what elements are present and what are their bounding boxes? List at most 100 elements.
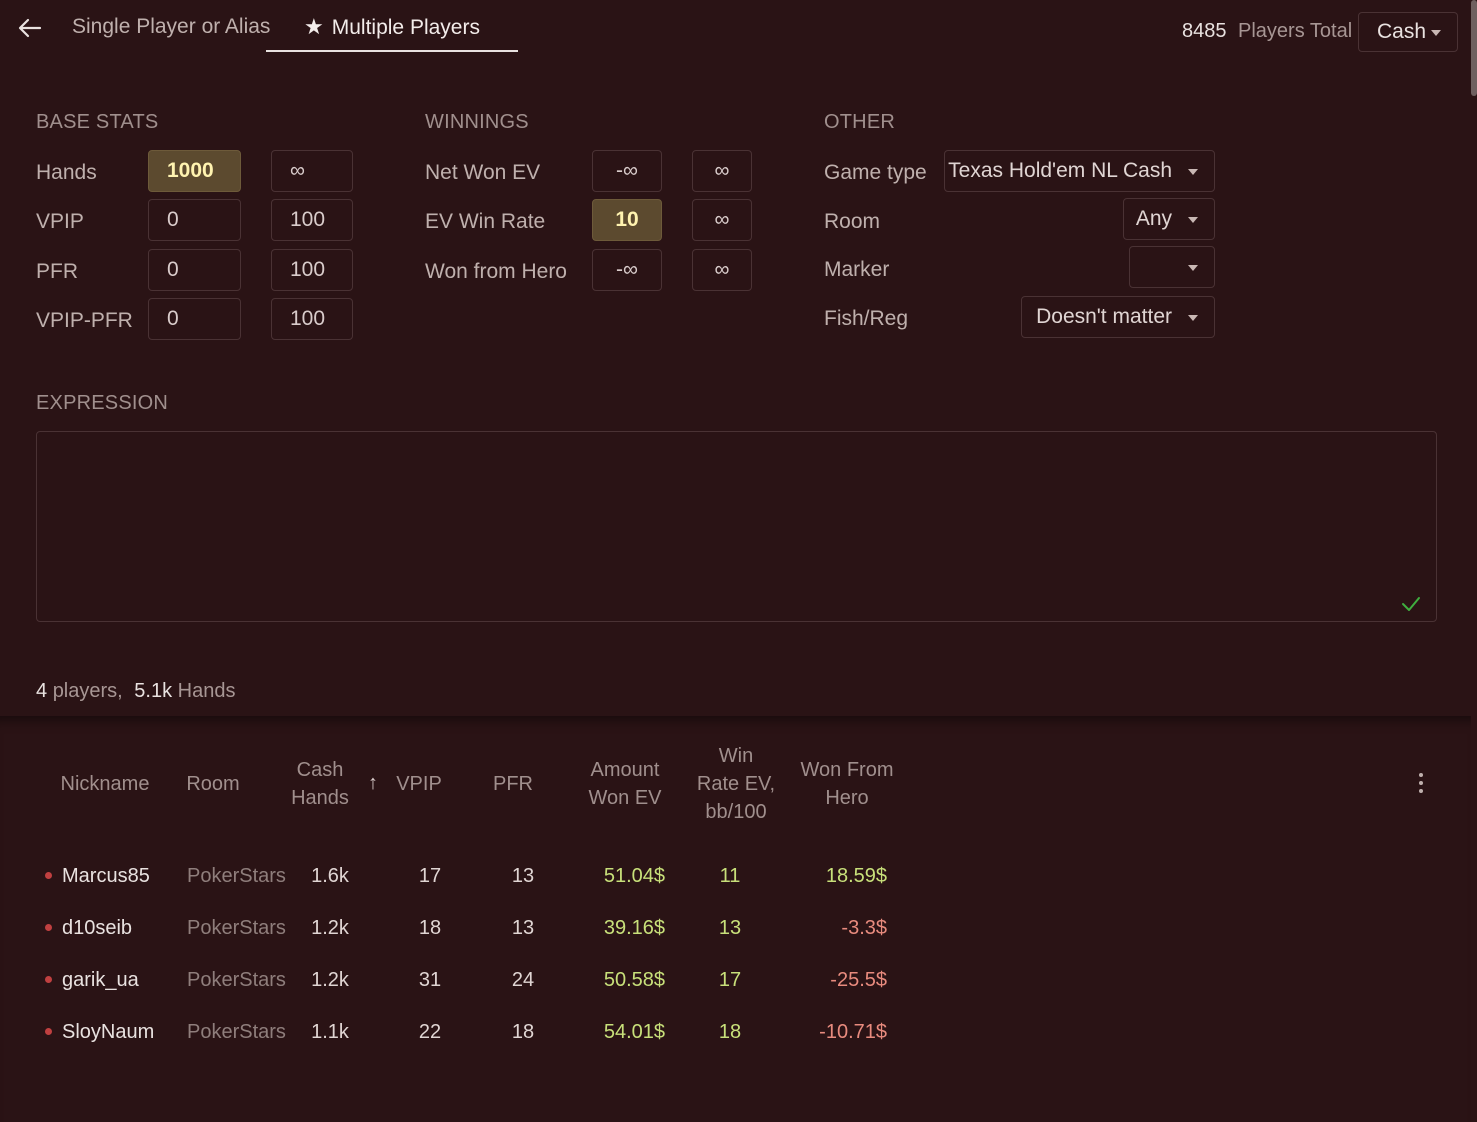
- marker-label: Marker: [824, 258, 890, 281]
- column-header-nickname[interactable]: Nickname: [50, 770, 160, 798]
- room-cell: PokerStars: [187, 917, 286, 939]
- nickname-cell[interactable]: garik_ua: [62, 967, 139, 993]
- hands-cell: 1.1k: [311, 1021, 349, 1043]
- other-title: OTHER: [824, 111, 895, 133]
- fish-reg-value: Doesn't matter: [1036, 305, 1172, 328]
- hands-max-input[interactable]: ∞: [271, 150, 353, 192]
- nickname-cell[interactable]: SloyNaum: [62, 1019, 154, 1045]
- back-arrow-icon[interactable]: [14, 14, 46, 42]
- won-from-hero-cell: -10.71$: [819, 1021, 887, 1043]
- amount-won-cell: 50.58$: [603, 969, 665, 991]
- players-total-label: Players Total: [1238, 20, 1353, 42]
- won-from-hero-label: Won from Hero: [425, 260, 567, 283]
- vpip-cell: 17: [418, 865, 442, 887]
- vpip-label: VPIP: [36, 210, 84, 233]
- game-type-select[interactable]: Texas Hold'em NL Cash: [944, 150, 1215, 192]
- header-line: Won From: [800, 759, 894, 781]
- vpip-pfr-min-input[interactable]: 0: [148, 298, 241, 340]
- status-dot: [45, 976, 52, 983]
- status-dot: [45, 924, 52, 931]
- fish-reg-label: Fish/Reg: [824, 307, 909, 330]
- more-options-icon[interactable]: [1413, 770, 1429, 796]
- won-from-hero-cell: -3.3$: [841, 917, 887, 939]
- tab-single-player[interactable]: Single Player or Alias: [72, 8, 270, 52]
- expression-title: EXPRESSION: [36, 392, 169, 414]
- vpip-max-input[interactable]: 100: [271, 199, 353, 241]
- table-row[interactable]: Marcus85 PokerStars 1.6k 17 13 51.04$ 11…: [0, 862, 920, 890]
- star-icon: ★: [304, 14, 324, 39]
- table-row[interactable]: garik_ua PokerStars 1.2k 31 24 50.58$ 17…: [0, 966, 920, 994]
- nickname-cell[interactable]: Marcus85: [62, 863, 150, 889]
- header-line: Won EV: [588, 787, 662, 809]
- chevron-down-icon: [1188, 217, 1198, 223]
- tab-multiple-players[interactable]: ★ Multiple Players: [266, 8, 518, 52]
- room-cell: PokerStars: [187, 865, 286, 887]
- amount-won-cell: 51.04$: [603, 865, 665, 887]
- pfr-cell: 24: [511, 969, 535, 991]
- pfr-cell: 18: [511, 1021, 535, 1043]
- vpip-pfr-max-input[interactable]: 100: [271, 298, 353, 340]
- chevron-down-icon: [1188, 169, 1198, 175]
- win-rate-cell: 17: [718, 969, 742, 991]
- net-won-ev-label: Net Won EV: [425, 161, 541, 184]
- column-header-win-rate[interactable]: Win Rate EV, bb/100: [690, 742, 782, 826]
- hands-label: Hands: [36, 161, 97, 184]
- won-from-hero-cell: -25.5$: [830, 969, 887, 991]
- net-won-ev-max-input[interactable]: ∞: [692, 150, 752, 192]
- check-icon: [1400, 594, 1422, 614]
- vpip-pfr-label: VPIP-PFR: [36, 309, 133, 332]
- game-type-label: Game type: [824, 161, 927, 184]
- marker-select[interactable]: [1129, 246, 1215, 288]
- ev-win-rate-label: EV Win Rate: [425, 210, 546, 233]
- chevron-down-icon: [1431, 30, 1441, 36]
- nickname-cell[interactable]: d10seib: [62, 915, 132, 941]
- expression-input[interactable]: [36, 431, 1437, 622]
- winnings-title: WINNINGS: [425, 111, 529, 133]
- column-header-cash-hands[interactable]: Cash Hands: [280, 756, 360, 812]
- hands-cell: 1.6k: [311, 865, 349, 887]
- hands-min-input[interactable]: 1000: [148, 150, 241, 192]
- room-label: Room: [824, 210, 881, 233]
- pfr-cell: 13: [511, 917, 535, 939]
- players-total-count: 8485: [1182, 20, 1227, 42]
- column-header-amount-won-ev[interactable]: Amount Won EV: [575, 756, 675, 812]
- chevron-down-icon: [1188, 315, 1198, 321]
- sort-ascending-icon[interactable]: ↑: [368, 772, 378, 795]
- pfr-max-input[interactable]: 100: [271, 249, 353, 291]
- win-rate-cell: 11: [719, 865, 741, 887]
- room-select[interactable]: Any: [1123, 198, 1215, 240]
- vpip-cell: 18: [418, 917, 442, 939]
- win-rate-cell: 13: [718, 917, 742, 939]
- won-from-hero-min-input[interactable]: -∞: [592, 249, 662, 291]
- scrollbar-thumb[interactable]: [1471, 0, 1477, 96]
- status-dot: [45, 872, 52, 879]
- header-line: Win: [718, 745, 754, 767]
- players-count: 4: [36, 680, 48, 702]
- ev-win-rate-max-input[interactable]: ∞: [692, 199, 752, 241]
- win-rate-cell: 18: [718, 1021, 742, 1043]
- column-header-vpip[interactable]: VPIP: [390, 770, 448, 798]
- table-row[interactable]: d10seib PokerStars 1.2k 18 13 39.16$ 13 …: [0, 914, 920, 942]
- results-summary: 4 players, 5.1k Hands: [36, 680, 235, 703]
- mode-select[interactable]: Cash: [1358, 12, 1458, 52]
- column-header-won-from-hero[interactable]: Won From Hero: [792, 756, 902, 812]
- won-from-hero-cell: 18.59$: [825, 865, 887, 887]
- vpip-min-input[interactable]: 0: [148, 199, 241, 241]
- tab-label: Multiple Players: [331, 16, 480, 39]
- pfr-cell: 13: [511, 865, 535, 887]
- header-line: bb/100: [705, 801, 767, 823]
- ev-win-rate-min-input[interactable]: 10: [592, 199, 662, 241]
- column-header-pfr[interactable]: PFR: [486, 770, 540, 798]
- amount-won-cell: 39.16$: [603, 917, 665, 939]
- won-from-hero-max-input[interactable]: ∞: [692, 249, 752, 291]
- fish-reg-select[interactable]: Doesn't matter: [1021, 296, 1215, 338]
- amount-won-cell: 54.01$: [603, 1021, 665, 1043]
- pfr-min-input[interactable]: 0: [148, 249, 241, 291]
- net-won-ev-min-input[interactable]: -∞: [592, 150, 662, 192]
- mode-select-value: Cash: [1377, 20, 1427, 43]
- table-row[interactable]: SloyNaum PokerStars 1.1k 22 18 54.01$ 18…: [0, 1018, 920, 1046]
- header-line: Cash: [296, 759, 344, 781]
- pfr-label: PFR: [36, 260, 78, 283]
- base-stats-title: BASE STATS: [36, 111, 159, 133]
- column-header-room[interactable]: Room: [178, 770, 248, 798]
